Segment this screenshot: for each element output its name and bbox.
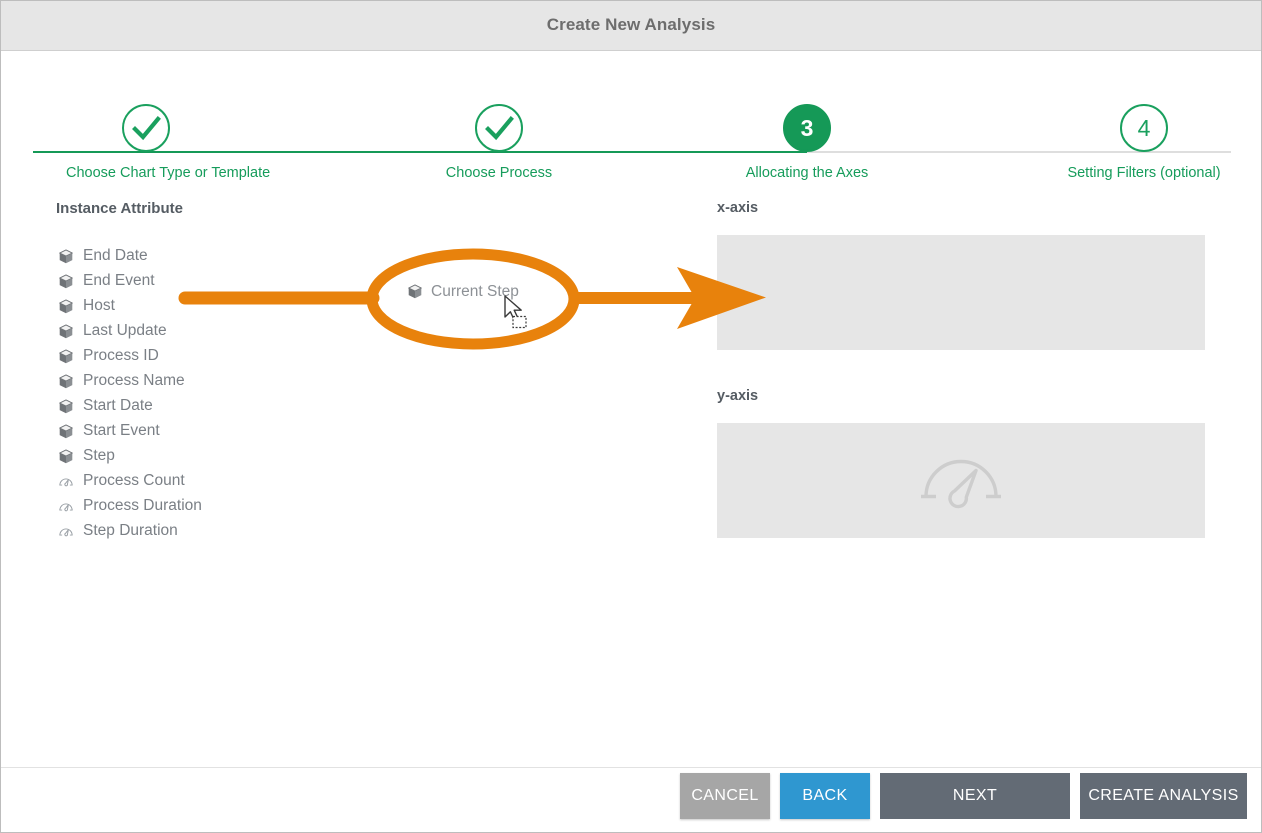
cancel-button[interactable]: CANCEL [680,773,770,819]
check-icon [132,116,161,141]
attribute-label: Process Duration [83,497,202,515]
wizard-stepper: Choose Chart Type or Template Choose Pro… [1,52,1261,181]
cube-icon [56,397,76,417]
instance-attribute-heading: Instance Attribute [56,200,183,217]
stepper-step-3-circle: 3 [783,104,831,152]
attribute-item[interactable]: End Date [56,244,356,269]
cube-icon [56,322,76,342]
cube-icon [56,297,76,317]
attribute-label: Process Count [83,472,185,490]
attribute-label: Step Duration [83,522,178,540]
x-axis-label: x-axis [717,200,759,216]
stepper-step-2[interactable]: Choose Process [419,52,579,181]
attribute-label: Host [83,297,115,315]
attribute-label: Step [83,447,115,465]
next-button[interactable]: NEXT [880,773,1070,819]
attribute-item[interactable]: Start Date [56,394,356,419]
attribute-item[interactable]: Process Duration [56,494,356,519]
dialog-title: Create New Analysis [546,15,716,34]
stepper-step-3[interactable]: 3 Allocating the Axes [727,52,887,181]
cube-icon [56,447,76,467]
gauge-icon [56,472,76,492]
x-axis-dropzone[interactable] [717,235,1205,350]
create-new-analysis-dialog: Create New Analysis Choose Chart Type or… [0,0,1262,833]
cube-icon [56,272,76,292]
x-axis-block: x-axis [717,200,1205,350]
cube-icon [56,422,76,442]
stepper-step-4[interactable]: 4 Setting Filters (optional) [1064,52,1224,181]
cube-icon [405,282,425,302]
gauge-icon [56,522,76,542]
attribute-item[interactable]: Step [56,444,356,469]
gauge-icon [918,446,1004,515]
dialog-titlebar: Create New Analysis [1,1,1261,51]
attribute-item[interactable]: Last Update [56,319,356,344]
attribute-label: Process Name [83,372,185,390]
attribute-label: Last Update [83,322,167,340]
stepper-step-4-number: 4 [1137,115,1151,141]
attribute-item[interactable]: Step Duration [56,519,356,544]
attribute-label: Start Date [83,397,153,415]
attribute-label: End Date [83,247,148,265]
y-axis-label: y-axis [717,388,759,404]
attribute-label: Start Event [83,422,160,440]
stepper-step-3-number: 3 [800,115,814,141]
cube-icon [56,347,76,367]
attribute-label: End Event [83,272,155,290]
stepper-step-4-circle: 4 [1120,104,1168,152]
back-button[interactable]: BACK [780,773,870,819]
attribute-item[interactable]: Host [56,294,356,319]
cube-icon [56,247,76,267]
attribute-label: Process ID [83,347,159,365]
stepper-step-1[interactable]: Choose Chart Type or Template [66,52,270,181]
attribute-item[interactable]: End Event [56,269,356,294]
y-axis-block: y-axis [717,388,1205,538]
cube-icon [56,372,76,392]
attribute-item[interactable]: Process Name [56,369,356,394]
dialog-footer: CANCEL BACK NEXT CREATE ANALYSIS [1,767,1261,832]
arrow-drag-cursor [504,295,527,329]
stepper-step-2-circle [475,104,523,152]
check-icon [485,116,514,141]
attribute-item[interactable]: Start Event [56,419,356,444]
stepper-step-1-circle [122,104,170,152]
create-analysis-button[interactable]: CREATE ANALYSIS [1080,773,1247,819]
dialog-body: Instance Attribute End Date End Event Ho… [1,167,1261,767]
y-axis-dropzone[interactable] [717,423,1205,538]
attribute-item[interactable]: Process ID [56,344,356,369]
gauge-icon [56,497,76,517]
attribute-item[interactable]: Process Count [56,469,356,494]
instance-attribute-list: End Date End Event Host Last Update Proc… [56,244,356,544]
